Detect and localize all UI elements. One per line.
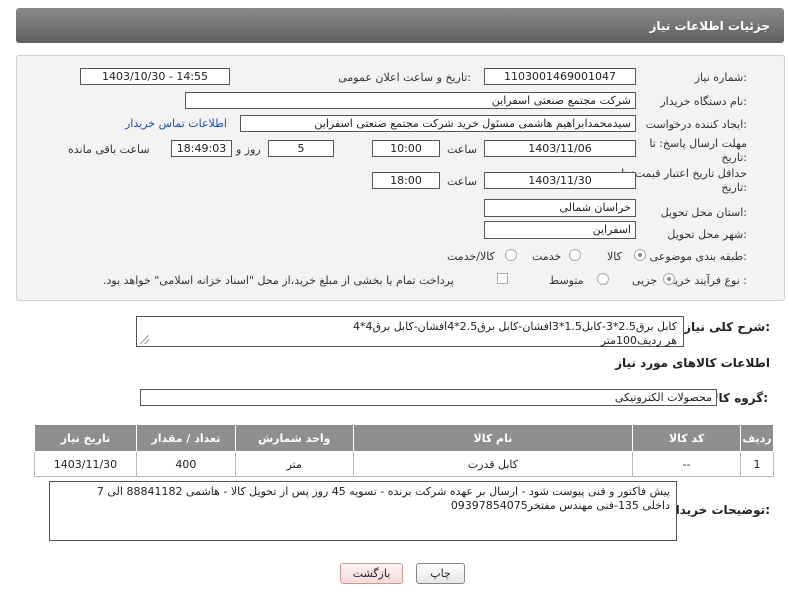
- purchase-radio-medium[interactable]: [597, 273, 609, 285]
- category-radio-service[interactable]: [569, 249, 581, 261]
- purchase-option-medium: متوسط: [549, 274, 584, 287]
- description-line-2: هر ردیف100متر: [600, 334, 677, 347]
- buyer-org-field: شرکت مجتمع صنعتی اسفراین: [185, 92, 636, 109]
- buyer-contact-link[interactable]: اطلاعات تماس خریدار: [125, 117, 227, 130]
- treasury-checkbox[interactable]: [497, 273, 508, 284]
- buyer-notes-textarea: پیش فاکتور و فنی پیوست شود - ارسال بر عه…: [49, 481, 677, 541]
- purchase-radio-minor[interactable]: [663, 273, 675, 285]
- col-header-need-date: تاریخ نیاز: [34, 424, 137, 452]
- response-date-field: 1403/11/06: [484, 140, 636, 157]
- category-label: طبقه بندی موضوعی:: [649, 250, 747, 263]
- price-validity-date-field: 1403/11/30: [484, 172, 636, 189]
- col-header-goods-name: نام کالا: [352, 424, 634, 452]
- city-label: شهر محل تحویل:: [667, 228, 747, 241]
- buyer-notes-line-2: داخلی 135-فنی مهندس مفتخر09397854075: [450, 499, 670, 512]
- remaining-time-label: ساعت باقی مانده: [68, 143, 150, 156]
- requester-label: ایجاد کننده درخواست:: [645, 118, 747, 131]
- goods-group-field: محصولات الکترونیکی: [140, 389, 717, 406]
- goods-info-title: اطلاعات کالاهای مورد نیاز: [615, 356, 770, 370]
- buyer-notes-label: توضیحات خریدار:: [668, 503, 770, 517]
- description-textarea: کابل برق2.5*3-کابل1.5*3افشان-کابل برق2.5…: [136, 316, 684, 347]
- cell-quantity: 400: [135, 451, 236, 477]
- category-option-goods-service: کالا/خدمت: [447, 250, 495, 263]
- need-number-field: 1103001469001047: [484, 68, 636, 85]
- page-title: جزئیات اطلاعات نیاز: [649, 19, 770, 33]
- category-radio-goods[interactable]: [634, 249, 646, 261]
- price-validity-time-label: ساعت: [447, 175, 477, 188]
- response-time-label: ساعت: [447, 143, 477, 156]
- treasury-note: پرداخت تمام یا بخشی از مبلغ خرید،از محل …: [103, 274, 454, 287]
- description-line-1: کابل برق2.5*3-کابل1.5*3افشان-کابل برق2.5…: [353, 320, 677, 333]
- table-header-row: ردیف کد کالا نام کالا واحد شمارش تعداد /…: [34, 424, 774, 452]
- price-validity-time-field: 18:00: [372, 172, 440, 189]
- resize-handle-icon[interactable]: [140, 335, 149, 344]
- cell-need-date: 1403/11/30: [34, 451, 137, 477]
- purchase-type-label: نوع فرآیند خرید :: [669, 274, 747, 287]
- back-button[interactable]: بازگشت: [340, 563, 403, 584]
- category-radio-goods-service[interactable]: [505, 249, 517, 261]
- cell-row-number: 1: [740, 451, 774, 477]
- col-header-goods-code: کد کالا: [632, 424, 742, 452]
- print-button[interactable]: چاپ: [416, 563, 465, 584]
- province-field: خراسان شمالی: [484, 199, 636, 217]
- response-time-field: 10:00: [372, 140, 440, 157]
- cell-goods-name: کابل قدرت: [352, 451, 634, 477]
- need-number-label: شماره نیاز:: [694, 71, 747, 84]
- col-header-quantity: تعداد / مقدار: [135, 424, 236, 452]
- requester-field: سیدمحمدابراهیم هاشمی مسئول خرید شرکت مجت…: [240, 115, 636, 132]
- category-option-goods: کالا: [607, 250, 622, 263]
- response-deadline-label: مهلت ارسال پاسخ: تا: [649, 137, 747, 150]
- page-header: جزئیات اطلاعات نیاز: [16, 8, 784, 43]
- goods-group-label: گروه کالا:: [709, 391, 768, 405]
- announce-datetime-label: تاریخ و ساعت اعلان عمومی:: [338, 71, 471, 84]
- remaining-time-field: 18:49:03: [171, 140, 232, 157]
- price-validity-label: حداقل تاریخ اعتبار قیمت: تا: [621, 167, 747, 180]
- category-option-service: خدمت: [532, 250, 562, 263]
- cell-goods-code: --: [632, 451, 742, 477]
- table-row: 1 -- کابل قدرت متر 400 1403/11/30: [34, 451, 774, 477]
- city-field: اسفراین: [484, 221, 636, 239]
- col-header-row-number: ردیف: [740, 424, 774, 452]
- price-validity-label-date: تاریخ:: [721, 181, 747, 194]
- cell-unit: متر: [234, 451, 354, 477]
- description-label: شرح کلی نیاز:: [684, 320, 770, 334]
- buyer-org-label: نام دستگاه خریدار:: [660, 95, 747, 108]
- goods-table: ردیف کد کالا نام کالا واحد شمارش تعداد /…: [34, 424, 774, 477]
- col-header-unit: واحد شمارش: [234, 424, 354, 452]
- purchase-option-minor: جزیی: [632, 274, 658, 287]
- response-days-field: 5: [268, 140, 334, 157]
- buyer-notes-line-1: پیش فاکتور و فنی پیوست شود - ارسال بر عه…: [96, 485, 670, 498]
- days-and-label: روز و: [236, 143, 261, 156]
- response-deadline-label-date: تاریخ:: [721, 151, 747, 164]
- announce-datetime-field: 1403/10/30 - 14:55: [80, 68, 230, 85]
- province-label: استان محل تحویل:: [660, 206, 747, 219]
